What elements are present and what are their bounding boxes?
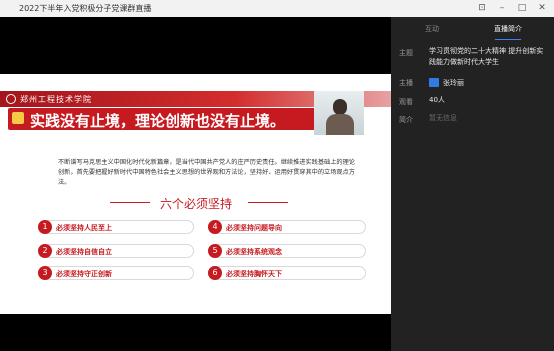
principle-label: 必须坚持问题导向	[226, 224, 282, 232]
presenter-body	[326, 114, 354, 135]
principle-item: 5 必须坚持系统观念	[208, 244, 366, 258]
title-bar: 2022下半年入党积极分子党课群直播 ⊡ – □ ✕	[0, 0, 554, 17]
sidebar: 互动 直播简介 主题 学习贯彻党的二十大精神 提升创新实践能力做新时代大学生 主…	[391, 17, 554, 351]
divider	[110, 202, 150, 203]
principle-label: 必须坚持系统观念	[226, 248, 282, 256]
principle-label: 必须坚持守正创新	[56, 270, 112, 278]
section-title: 六个必须坚持	[160, 197, 233, 211]
principle-number: 2	[38, 244, 52, 258]
views-label: 观看	[399, 98, 413, 106]
principle-number: 3	[38, 266, 52, 280]
principle-label: 必须坚持人民至上	[56, 224, 112, 232]
principle-item: 1 必须坚持人民至上	[38, 220, 194, 234]
presenter-head	[333, 99, 347, 115]
views-value: 40人	[429, 96, 445, 104]
divider	[248, 202, 288, 203]
tab-live-intro[interactable]: 直播简介	[494, 24, 522, 34]
principle-number: 1	[38, 220, 52, 234]
topic-value: 学习贯彻党的二十大精神 提升创新实践能力做新时代大学生	[429, 47, 544, 66]
tab-interaction[interactable]: 互动	[425, 24, 439, 34]
principle-label: 必须坚持胸怀天下	[226, 270, 282, 278]
principle-item: 4 必须坚持问题导向	[208, 220, 366, 234]
pin-icon[interactable]: ⊡	[476, 2, 488, 14]
active-tab-indicator	[495, 39, 521, 40]
host-label: 主播	[399, 79, 413, 87]
slide-quote: 不断谱写马克思主义中国化时代化新篇章，是当代中国共产党人的庄严历史责任。继续推进…	[58, 159, 355, 186]
intro-value: 暂无信息	[429, 114, 457, 122]
school-name: 郑州工程技术学院	[20, 95, 92, 104]
presenter-camera	[314, 91, 364, 135]
principle-item: 6 必须坚持胸怀天下	[208, 266, 366, 280]
intro-label: 简介	[399, 116, 413, 124]
principle-number: 6	[208, 266, 222, 280]
principle-label: 必须坚持自信自立	[56, 248, 112, 256]
live-video-area[interactable]: 郑州工程技术学院 实践没有止境，理论创新也没有止境。 不断谱写马克思主义中国化时…	[0, 17, 391, 351]
slide-banner: 实践没有止境，理论创新也没有止境。	[8, 108, 336, 130]
principle-item: 3 必须坚持守正创新	[38, 266, 194, 280]
principle-number: 4	[208, 220, 222, 234]
principle-number: 5	[208, 244, 222, 258]
host-name: 张玲丽	[443, 79, 464, 87]
host-badge-icon	[429, 78, 439, 87]
topic-label: 主题	[399, 49, 413, 57]
party-emblem-icon	[12, 112, 24, 124]
principle-item: 2 必须坚持自信自立	[38, 244, 194, 258]
close-icon[interactable]: ✕	[536, 2, 548, 14]
sidebar-tabs: 互动 直播简介	[391, 17, 554, 43]
banner-title: 实践没有止境，理论创新也没有止境。	[30, 112, 286, 130]
school-logo-icon	[6, 94, 16, 104]
maximize-icon[interactable]: □	[516, 2, 528, 14]
window-title: 2022下半年入党积极分子党课群直播	[19, 4, 152, 13]
minimize-icon[interactable]: –	[496, 2, 508, 14]
